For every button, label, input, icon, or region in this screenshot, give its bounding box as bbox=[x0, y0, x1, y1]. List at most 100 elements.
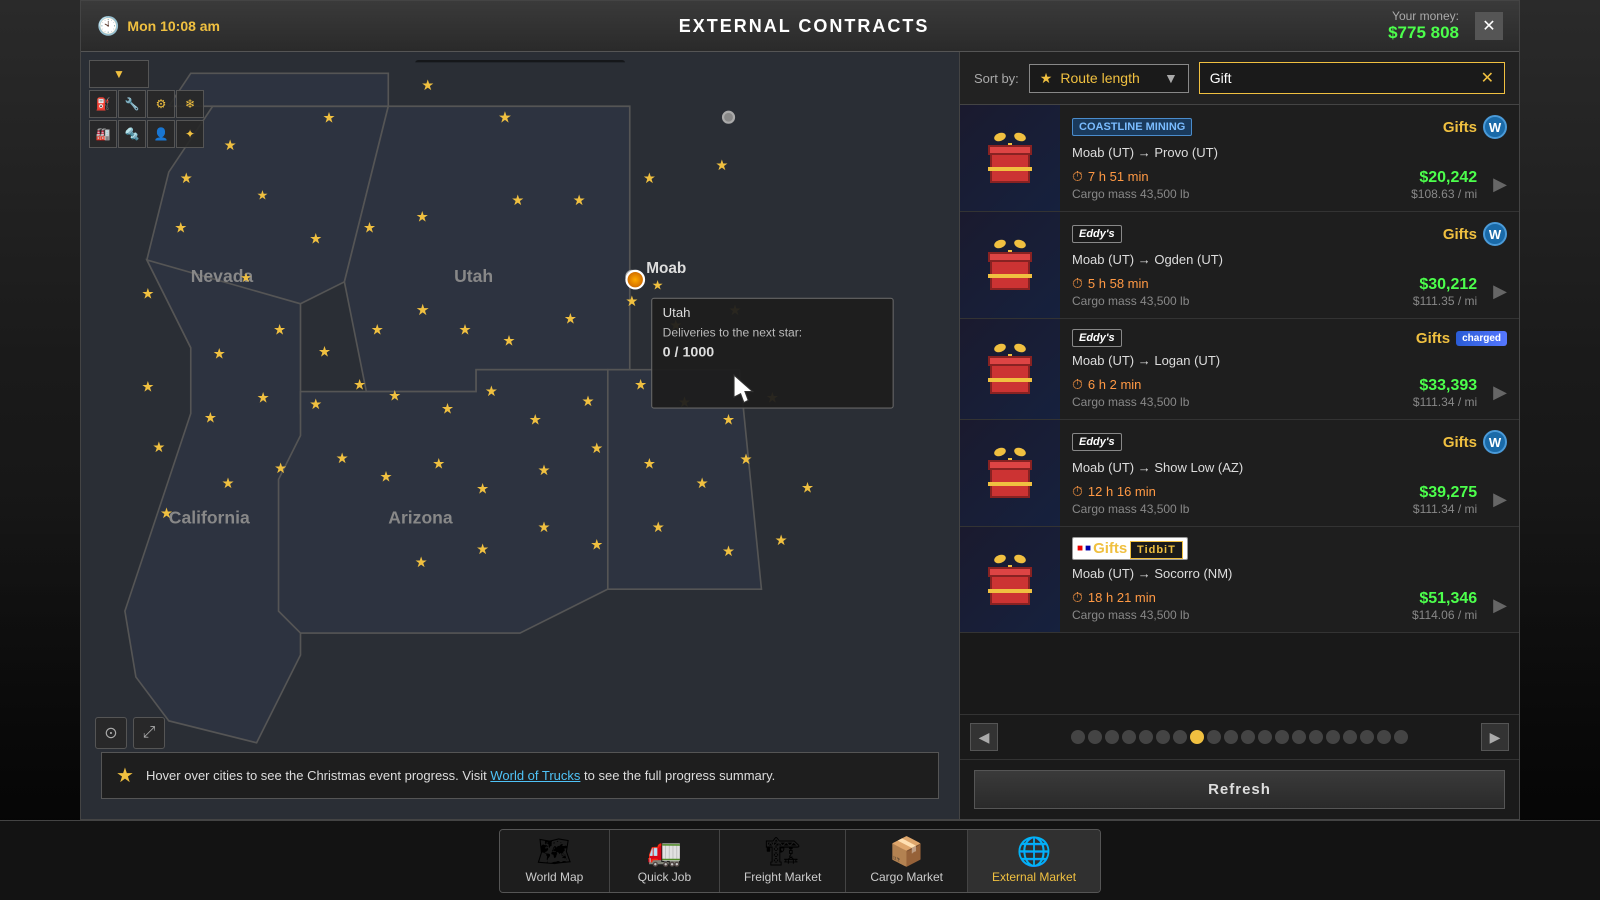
page-dot[interactable] bbox=[1224, 730, 1238, 744]
svg-text:Utah: Utah bbox=[663, 305, 691, 320]
svg-text:★: ★ bbox=[590, 441, 603, 457]
svg-text:★: ★ bbox=[722, 544, 735, 560]
map-panel: Select cargo to see route details ▼ ⛽ 🔧 … bbox=[81, 52, 959, 819]
close-button[interactable]: ✕ bbox=[1475, 12, 1503, 40]
world-of-trucks-link[interactable]: World of Trucks bbox=[490, 768, 580, 783]
map-expand-btn[interactable]: ⤢ bbox=[133, 717, 165, 749]
contract-item[interactable]: ■■ Gifts TidbiT Moab (UT) → Socorro (NM)… bbox=[960, 527, 1519, 633]
page-dot[interactable] bbox=[1105, 730, 1119, 744]
cargo-mass: Cargo mass 43,500 lb bbox=[1072, 608, 1189, 622]
tab-quick-job[interactable]: 🚛 Quick Job bbox=[610, 830, 720, 892]
contract-item[interactable]: COASTLINE MINING Gifts W Moab (UT) → Pro… bbox=[960, 105, 1519, 212]
page-dot[interactable] bbox=[1071, 730, 1085, 744]
page-dot[interactable] bbox=[1292, 730, 1306, 744]
toolbar-icon-1[interactable]: ⛽ bbox=[89, 90, 117, 118]
time-icon: ⏱ bbox=[1072, 376, 1083, 393]
remains-time: 7 h 51 min bbox=[1088, 169, 1149, 184]
toolbar-icon-7[interactable]: 👤 bbox=[147, 120, 175, 148]
contract-item[interactable]: Eddy's Gifts charged Moab (UT) → Logan (… bbox=[960, 319, 1519, 420]
page-next-button[interactable]: ▶ bbox=[1481, 723, 1509, 751]
filter-input[interactable] bbox=[1210, 70, 1475, 86]
right-panel: Sort by: ★ Route length ▼ ✕ bbox=[959, 52, 1519, 819]
contract-cargo-type: Gifts bbox=[1443, 119, 1477, 136]
svg-text:★: ★ bbox=[141, 380, 154, 396]
page-dot[interactable] bbox=[1394, 730, 1408, 744]
page-dot[interactable] bbox=[1122, 730, 1136, 744]
tab-label-external-market: External Market bbox=[992, 870, 1076, 884]
contract-details: Eddy's Gifts W Moab (UT) → Ogden (UT) bbox=[1060, 212, 1519, 318]
contract-chevron-icon: ▶ bbox=[1493, 281, 1507, 302]
svg-text:★: ★ bbox=[643, 456, 656, 472]
page-dot[interactable] bbox=[1326, 730, 1340, 744]
contract-time: ⏱ 12 h 16 min bbox=[1072, 483, 1189, 500]
page-dot[interactable] bbox=[1343, 730, 1357, 744]
tab-freight-market[interactable]: 🏗 Freight Market bbox=[720, 830, 846, 892]
page-dot[interactable] bbox=[1377, 730, 1391, 744]
page-dot[interactable] bbox=[1156, 730, 1170, 744]
map-center-btn[interactable]: ⊙ bbox=[95, 717, 127, 749]
svg-text:★: ★ bbox=[722, 413, 735, 429]
page-dot[interactable] bbox=[1088, 730, 1102, 744]
svg-text:Deliveries to the next star:: Deliveries to the next star: bbox=[663, 326, 802, 340]
contract-item[interactable]: Eddy's Gifts W Moab (UT) → Ogden (UT) bbox=[960, 212, 1519, 319]
company-logo: COASTLINE MINING bbox=[1072, 118, 1192, 136]
contract-time: ⏱ 5 h 58 min bbox=[1072, 275, 1189, 292]
svg-text:★: ★ bbox=[538, 520, 551, 536]
cargo-gift-icon bbox=[980, 240, 1040, 290]
page-dot[interactable] bbox=[1139, 730, 1153, 744]
svg-text:★: ★ bbox=[511, 193, 524, 209]
contracts-list: COASTLINE MINING Gifts W Moab (UT) → Pro… bbox=[960, 105, 1519, 714]
svg-text:★: ★ bbox=[459, 323, 472, 339]
contract-route: Moab (UT) → Logan (UT) bbox=[1072, 353, 1507, 368]
page-dot-active[interactable] bbox=[1190, 730, 1204, 744]
page-dot[interactable] bbox=[1309, 730, 1323, 744]
toolbar-icon-3[interactable]: ⚙ bbox=[147, 90, 175, 118]
contract-chevron-icon: ▶ bbox=[1493, 489, 1507, 510]
svg-text:★: ★ bbox=[573, 193, 586, 209]
event-star-icon: ★ bbox=[116, 763, 134, 788]
contract-time: ⏱ 6 h 2 min bbox=[1072, 376, 1189, 393]
filter-clear-button[interactable]: ✕ bbox=[1481, 68, 1494, 88]
page-prev-button[interactable]: ◀ bbox=[970, 723, 998, 751]
svg-text:Utah: Utah bbox=[454, 266, 493, 286]
page-dot[interactable] bbox=[1241, 730, 1255, 744]
svg-text:★: ★ bbox=[336, 451, 349, 467]
sort-dropdown[interactable]: ★ Route length ▼ bbox=[1029, 64, 1189, 93]
contract-item[interactable]: Eddy's Gifts W Moab (UT) → Show Low (AZ) bbox=[960, 420, 1519, 527]
contract-route: Moab (UT) → Ogden (UT) bbox=[1072, 252, 1507, 267]
toolbar-icon-2[interactable]: 🔧 bbox=[118, 90, 146, 118]
company-logo: Eddy's bbox=[1072, 433, 1122, 451]
toolbar-icon-4[interactable]: ❄ bbox=[176, 90, 204, 118]
tab-label-freight-market: Freight Market bbox=[744, 870, 821, 884]
tab-external-market[interactable]: 🌐 External Market bbox=[968, 830, 1100, 892]
page-dot[interactable] bbox=[1173, 730, 1187, 744]
page-dot[interactable] bbox=[1360, 730, 1374, 744]
page-dot[interactable] bbox=[1207, 730, 1221, 744]
svg-text:★: ★ bbox=[740, 452, 753, 468]
svg-text:★: ★ bbox=[204, 410, 217, 426]
svg-text:★: ★ bbox=[257, 188, 269, 203]
svg-text:★: ★ bbox=[415, 555, 428, 571]
svg-text:★: ★ bbox=[388, 388, 401, 404]
event-text-1: Hover over cities to see the Christmas e… bbox=[146, 768, 490, 783]
toolbar-icon-8[interactable]: ✦ bbox=[176, 120, 204, 148]
refresh-button[interactable]: Refresh bbox=[974, 770, 1505, 809]
svg-text:★: ★ bbox=[371, 323, 384, 339]
svg-text:★: ★ bbox=[581, 394, 594, 410]
tab-cargo-market[interactable]: 📦 Cargo Market bbox=[846, 830, 968, 892]
toolbar-collapse[interactable]: ▼ bbox=[89, 60, 149, 88]
badge-tidbit: TidbiT bbox=[1130, 541, 1183, 559]
toolbar-icon-5[interactable]: 🏭 bbox=[89, 120, 117, 148]
world-map-icon: 🗺 bbox=[537, 838, 573, 866]
page-dot[interactable] bbox=[1258, 730, 1272, 744]
map-toolbar: ▼ ⛽ 🔧 ⚙ ❄ 🏭 🔩 👤 ✦ bbox=[89, 60, 204, 148]
external-market-icon: 🌐 bbox=[1017, 838, 1052, 866]
page-dot[interactable] bbox=[1275, 730, 1289, 744]
badge-w: W bbox=[1483, 222, 1507, 246]
toolbar-icon-6[interactable]: 🔩 bbox=[118, 120, 146, 148]
contract-route: Moab (UT) → Socorro (NM) bbox=[1072, 566, 1507, 581]
svg-text:★: ★ bbox=[529, 413, 542, 429]
map-container[interactable]: Nevada California Utah Arizona ★ ★ ★ ★ ★… bbox=[81, 52, 959, 819]
tab-world-map[interactable]: 🗺 World Map bbox=[500, 830, 610, 892]
contract-cargo-type: Gifts bbox=[1443, 226, 1477, 243]
